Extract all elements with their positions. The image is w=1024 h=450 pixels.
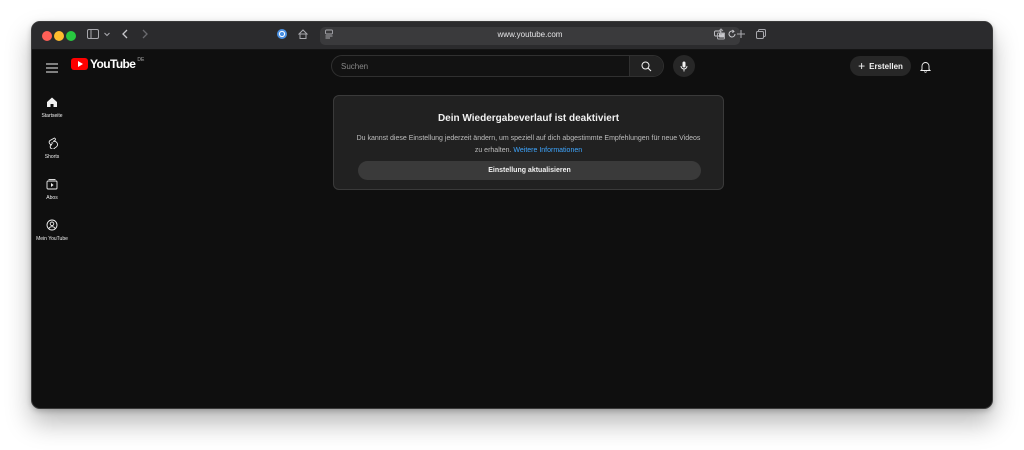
zoom-window-button[interactable] [66, 31, 76, 41]
notice-title: Dein Wiedergabeverlauf ist deaktiviert [437, 113, 620, 124]
minimize-window-button[interactable] [54, 31, 64, 41]
search-input[interactable] [332, 56, 630, 76]
sidebar-item-my-youtube[interactable]: Mein YouTube [32, 215, 72, 251]
home-page-icon[interactable] [297, 28, 309, 40]
notifications-bell-icon[interactable] [919, 60, 932, 78]
microphone-icon [680, 61, 688, 71]
privacy-icon[interactable] [276, 28, 288, 40]
chevron-down-icon[interactable] [103, 28, 111, 40]
forward-icon[interactable] [141, 28, 149, 40]
create-button[interactable]: + Erstellen [850, 56, 911, 76]
voice-search-button[interactable] [673, 55, 695, 77]
close-window-button[interactable] [42, 31, 52, 41]
search-button[interactable] [629, 56, 663, 76]
update-setting-button[interactable]: Einstellung aktualisieren [358, 161, 701, 180]
learn-more-link[interactable]: Weitere Informationen [513, 147, 582, 154]
tab-overview-icon[interactable] [755, 28, 767, 40]
sidebar-item-home[interactable]: Startseite [32, 92, 72, 128]
sidebar-item-label: Startseite [41, 113, 63, 119]
logo-text: YouTube [90, 57, 136, 71]
youtube-logo[interactable]: YouTube DE [71, 57, 145, 71]
plus-icon: + [858, 59, 866, 73]
youtube-header: YouTube DE + Erstellen [32, 50, 992, 82]
sidebar-item-shorts[interactable]: Shorts [32, 133, 72, 169]
create-label: Erstellen [869, 61, 903, 71]
shorts-icon [47, 137, 58, 149]
browser-window: www.youtube.com YouTube DE Suchen + Erst… [31, 21, 993, 409]
address-bar[interactable]: www.youtube.com [320, 27, 740, 45]
home-icon [46, 96, 58, 108]
sidebar-item-subscriptions[interactable]: Abos [32, 174, 72, 210]
youtube-play-icon [71, 58, 88, 70]
notice-description: Du kannst diese Einstellung jederzeit än… [352, 133, 705, 157]
account-icon [46, 219, 58, 231]
sidebar-toggle-icon[interactable] [87, 28, 99, 40]
subscriptions-icon [46, 178, 58, 190]
new-tab-icon[interactable] [735, 28, 747, 40]
sidebar-item-label: Shorts [44, 154, 60, 160]
sidebar-item-label: Abos [46, 195, 58, 201]
country-code: DE [137, 57, 145, 63]
sidebar-item-label: Mein YouTube [36, 236, 68, 242]
share-icon[interactable] [715, 28, 727, 40]
hamburger-menu-icon[interactable] [46, 60, 58, 78]
search-icon [641, 61, 652, 71]
url-text: www.youtube.com [497, 30, 563, 39]
browser-toolbar: www.youtube.com [32, 22, 992, 50]
history-off-notice: Dein Wiedergabeverlauf ist deaktiviert D… [333, 95, 724, 190]
search-box [331, 55, 664, 77]
back-icon[interactable] [121, 28, 129, 40]
